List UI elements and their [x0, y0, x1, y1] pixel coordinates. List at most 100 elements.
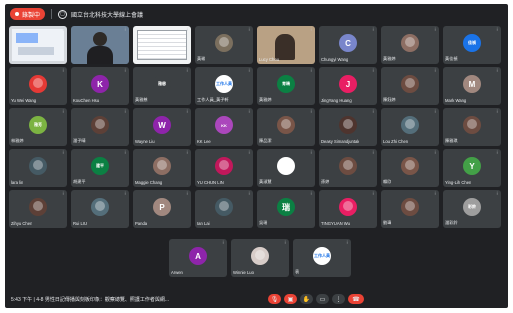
- tile-menu-icon[interactable]: ⁝: [248, 151, 250, 156]
- tile-menu-icon[interactable]: ⁝: [496, 28, 498, 33]
- participant-tile[interactable]: P ⁝ Panda: [133, 190, 191, 228]
- hangup-icon[interactable]: ☎: [348, 294, 364, 304]
- hand-icon[interactable]: ✋: [300, 294, 313, 304]
- participant-tile[interactable]: ⁝ Zihyu Chen: [9, 190, 67, 228]
- participant-name: 賴欣: [383, 179, 392, 184]
- participant-tile[interactable]: ⁝: [71, 26, 129, 64]
- tile-menu-icon[interactable]: ⁝: [62, 151, 64, 156]
- tile-menu-icon[interactable]: ⁝: [124, 28, 126, 33]
- tile-menu-icon[interactable]: ⁝: [248, 69, 250, 74]
- participant-tile[interactable]: 雅芳 ⁝ 林雅婷: [9, 108, 67, 146]
- tile-menu-icon[interactable]: ⁝: [496, 69, 498, 74]
- tile-menu-icon[interactable]: ⁝: [372, 110, 374, 115]
- participant-tile[interactable]: ⁝ YU CHUN LIN: [195, 149, 253, 187]
- tile-menu-icon[interactable]: ⁝: [310, 110, 312, 115]
- participant-tile[interactable]: ⁝ 劉瑋: [381, 190, 439, 228]
- tile-menu-icon[interactable]: ⁝: [434, 28, 436, 33]
- avatar: [339, 157, 357, 175]
- tile-menu-icon[interactable]: ⁝: [124, 192, 126, 197]
- more-icon[interactable]: ⋮: [332, 294, 345, 304]
- tile-menu-icon[interactable]: ⁝: [248, 110, 250, 115]
- tile-menu-icon[interactable]: ⁝: [62, 28, 64, 33]
- tile-menu-icon[interactable]: ⁝: [124, 69, 126, 74]
- tile-menu-icon[interactable]: ⁝: [434, 69, 436, 74]
- participant-tile[interactable]: ⁝ 陳品潔: [257, 108, 315, 146]
- participant-name: 吳瑞: [259, 220, 268, 225]
- tile-menu-icon[interactable]: ⁝: [62, 69, 64, 74]
- tile-menu-icon[interactable]: ⁝: [124, 151, 126, 156]
- tile-menu-icon[interactable]: ⁝: [310, 192, 312, 197]
- participant-tile[interactable]: K ⁝ KouChen Hsu: [71, 67, 129, 105]
- participant-tile[interactable]: 工作人員 ⁝ 工作人員_黃子軒: [195, 67, 253, 105]
- participant-tile[interactable]: ⁝ TINGYUAN Wu: [319, 190, 377, 228]
- participant-tile[interactable]: J ⁝ JingYang Huang: [319, 67, 377, 105]
- tile-menu-icon[interactable]: ⁝: [434, 192, 436, 197]
- tile-menu-icon[interactable]: ⁝: [496, 192, 498, 197]
- participant-tile[interactable]: 瑞 ⁝ 吳瑞: [257, 190, 315, 228]
- tile-menu-icon[interactable]: ⁝: [284, 241, 286, 246]
- tile-menu-icon[interactable]: ⁝: [248, 28, 250, 33]
- present-icon[interactable]: ▭: [316, 294, 329, 304]
- participant-tile[interactable]: 佳禎 ⁝ 黃佳禎: [443, 26, 501, 64]
- participant-tile[interactable]: ⁝ 孫婷: [319, 149, 377, 187]
- participant-tile[interactable]: ⁝ Yu Wei Wang: [9, 67, 67, 105]
- tile-menu-icon[interactable]: ⁝: [186, 192, 188, 197]
- participant-tile[interactable]: ⁝ 黃瑜: [195, 26, 253, 64]
- participant-tile[interactable]: ⁝ 陳鈺婷: [381, 67, 439, 105]
- tile-menu-icon[interactable]: ⁝: [372, 28, 374, 33]
- tile-menu-icon[interactable]: ⁝: [186, 28, 188, 33]
- participant-tile[interactable]: ⁝ Rui LIU: [71, 190, 129, 228]
- participant-tile[interactable]: ⁝ 潘子晴: [71, 108, 129, 146]
- mic-off-icon[interactable]: 🎙: [268, 294, 281, 304]
- participant-tile[interactable]: ⁝ Ian Lai: [195, 190, 253, 228]
- participant-tile[interactable]: W ⁝ Wayne Liu: [133, 108, 191, 146]
- tile-menu-icon[interactable]: ⁝: [310, 69, 312, 74]
- participant-tile[interactable]: C ⁝ Chungyi Wang: [319, 26, 377, 64]
- participant-tile[interactable]: ⁝ 陳雅琪: [443, 108, 501, 146]
- avatar: [215, 34, 233, 52]
- tile-menu-icon[interactable]: ⁝: [346, 241, 348, 246]
- tile-menu-icon[interactable]: ⁝: [248, 192, 250, 197]
- tile-menu-icon[interactable]: ⁝: [186, 151, 188, 156]
- participant-tile[interactable]: 工作人員 ⁝ 袁: [293, 239, 351, 277]
- cam-off-icon[interactable]: ▣: [284, 294, 297, 304]
- tile-menu-icon[interactable]: ⁝: [62, 192, 64, 197]
- participant-tile[interactable]: ⁝ Lou Zhi Chen: [381, 108, 439, 146]
- tile-menu-icon[interactable]: ⁝: [310, 28, 312, 33]
- participant-tile[interactable]: ⁝: [133, 26, 191, 64]
- participant-tile[interactable]: ⁝: [9, 26, 67, 64]
- recording-badge[interactable]: 錄製中: [10, 8, 46, 20]
- tile-menu-icon[interactable]: ⁝: [222, 241, 224, 246]
- tile-menu-icon[interactable]: ⁝: [186, 110, 188, 115]
- participant-tile[interactable]: ⁝ Deasy Simandjuntak: [319, 108, 377, 146]
- participant-tile[interactable]: 彩鈴 ⁝ 潘彩鈴: [443, 190, 501, 228]
- tile-menu-icon[interactable]: ⁝: [372, 69, 374, 74]
- tile-menu-icon[interactable]: ⁝: [372, 151, 374, 156]
- tile-menu-icon[interactable]: ⁝: [496, 110, 498, 115]
- participant-tile[interactable]: KK ⁝ KK Lee: [195, 108, 253, 146]
- tile-menu-icon[interactable]: ⁝: [186, 69, 188, 74]
- tile-menu-icon[interactable]: ⁝: [310, 151, 312, 156]
- participant-tile[interactable]: A ⁝ Arwen: [169, 239, 227, 277]
- tile-menu-icon[interactable]: ⁝: [124, 110, 126, 115]
- participant-tile[interactable]: ⁝ Lucy Chou: [257, 26, 315, 64]
- participant-tile[interactable]: M ⁝ Mark Wang: [443, 67, 501, 105]
- participant-tile[interactable]: 建平 ⁝ 胡建平: [71, 149, 129, 187]
- participant-tile[interactable]: ⁝ Winnie Luo: [231, 239, 289, 277]
- participant-tile[interactable]: Y ⁝ Ying-Lih Chen: [443, 149, 501, 187]
- participant-tile[interactable]: 雅慈 ⁝ 黃雅慈: [133, 67, 191, 105]
- tile-menu-icon[interactable]: ⁝: [372, 192, 374, 197]
- tile-menu-icon[interactable]: ⁝: [434, 151, 436, 156]
- participant-tile[interactable]: 育晴 ⁝ 黃雅婷: [257, 67, 315, 105]
- participant-tile[interactable]: ⁝ Maggie Chang: [133, 149, 191, 187]
- participant-tile[interactable]: ⁝ lara lin: [9, 149, 67, 187]
- avatar: [401, 198, 419, 216]
- tile-menu-icon[interactable]: ⁝: [62, 110, 64, 115]
- participant-tile[interactable]: ⁝ 黃雅婷: [381, 26, 439, 64]
- participant-name: 黃雅婷: [259, 97, 272, 102]
- participant-tile[interactable]: ⁝ 賴欣: [381, 149, 439, 187]
- participant-tile[interactable]: ⁝ 黃淑慧: [257, 149, 315, 187]
- presenter-info[interactable]: ▢ 國立台北科技大學線上會議: [58, 9, 143, 19]
- tile-menu-icon[interactable]: ⁝: [434, 110, 436, 115]
- tile-menu-icon[interactable]: ⁝: [496, 151, 498, 156]
